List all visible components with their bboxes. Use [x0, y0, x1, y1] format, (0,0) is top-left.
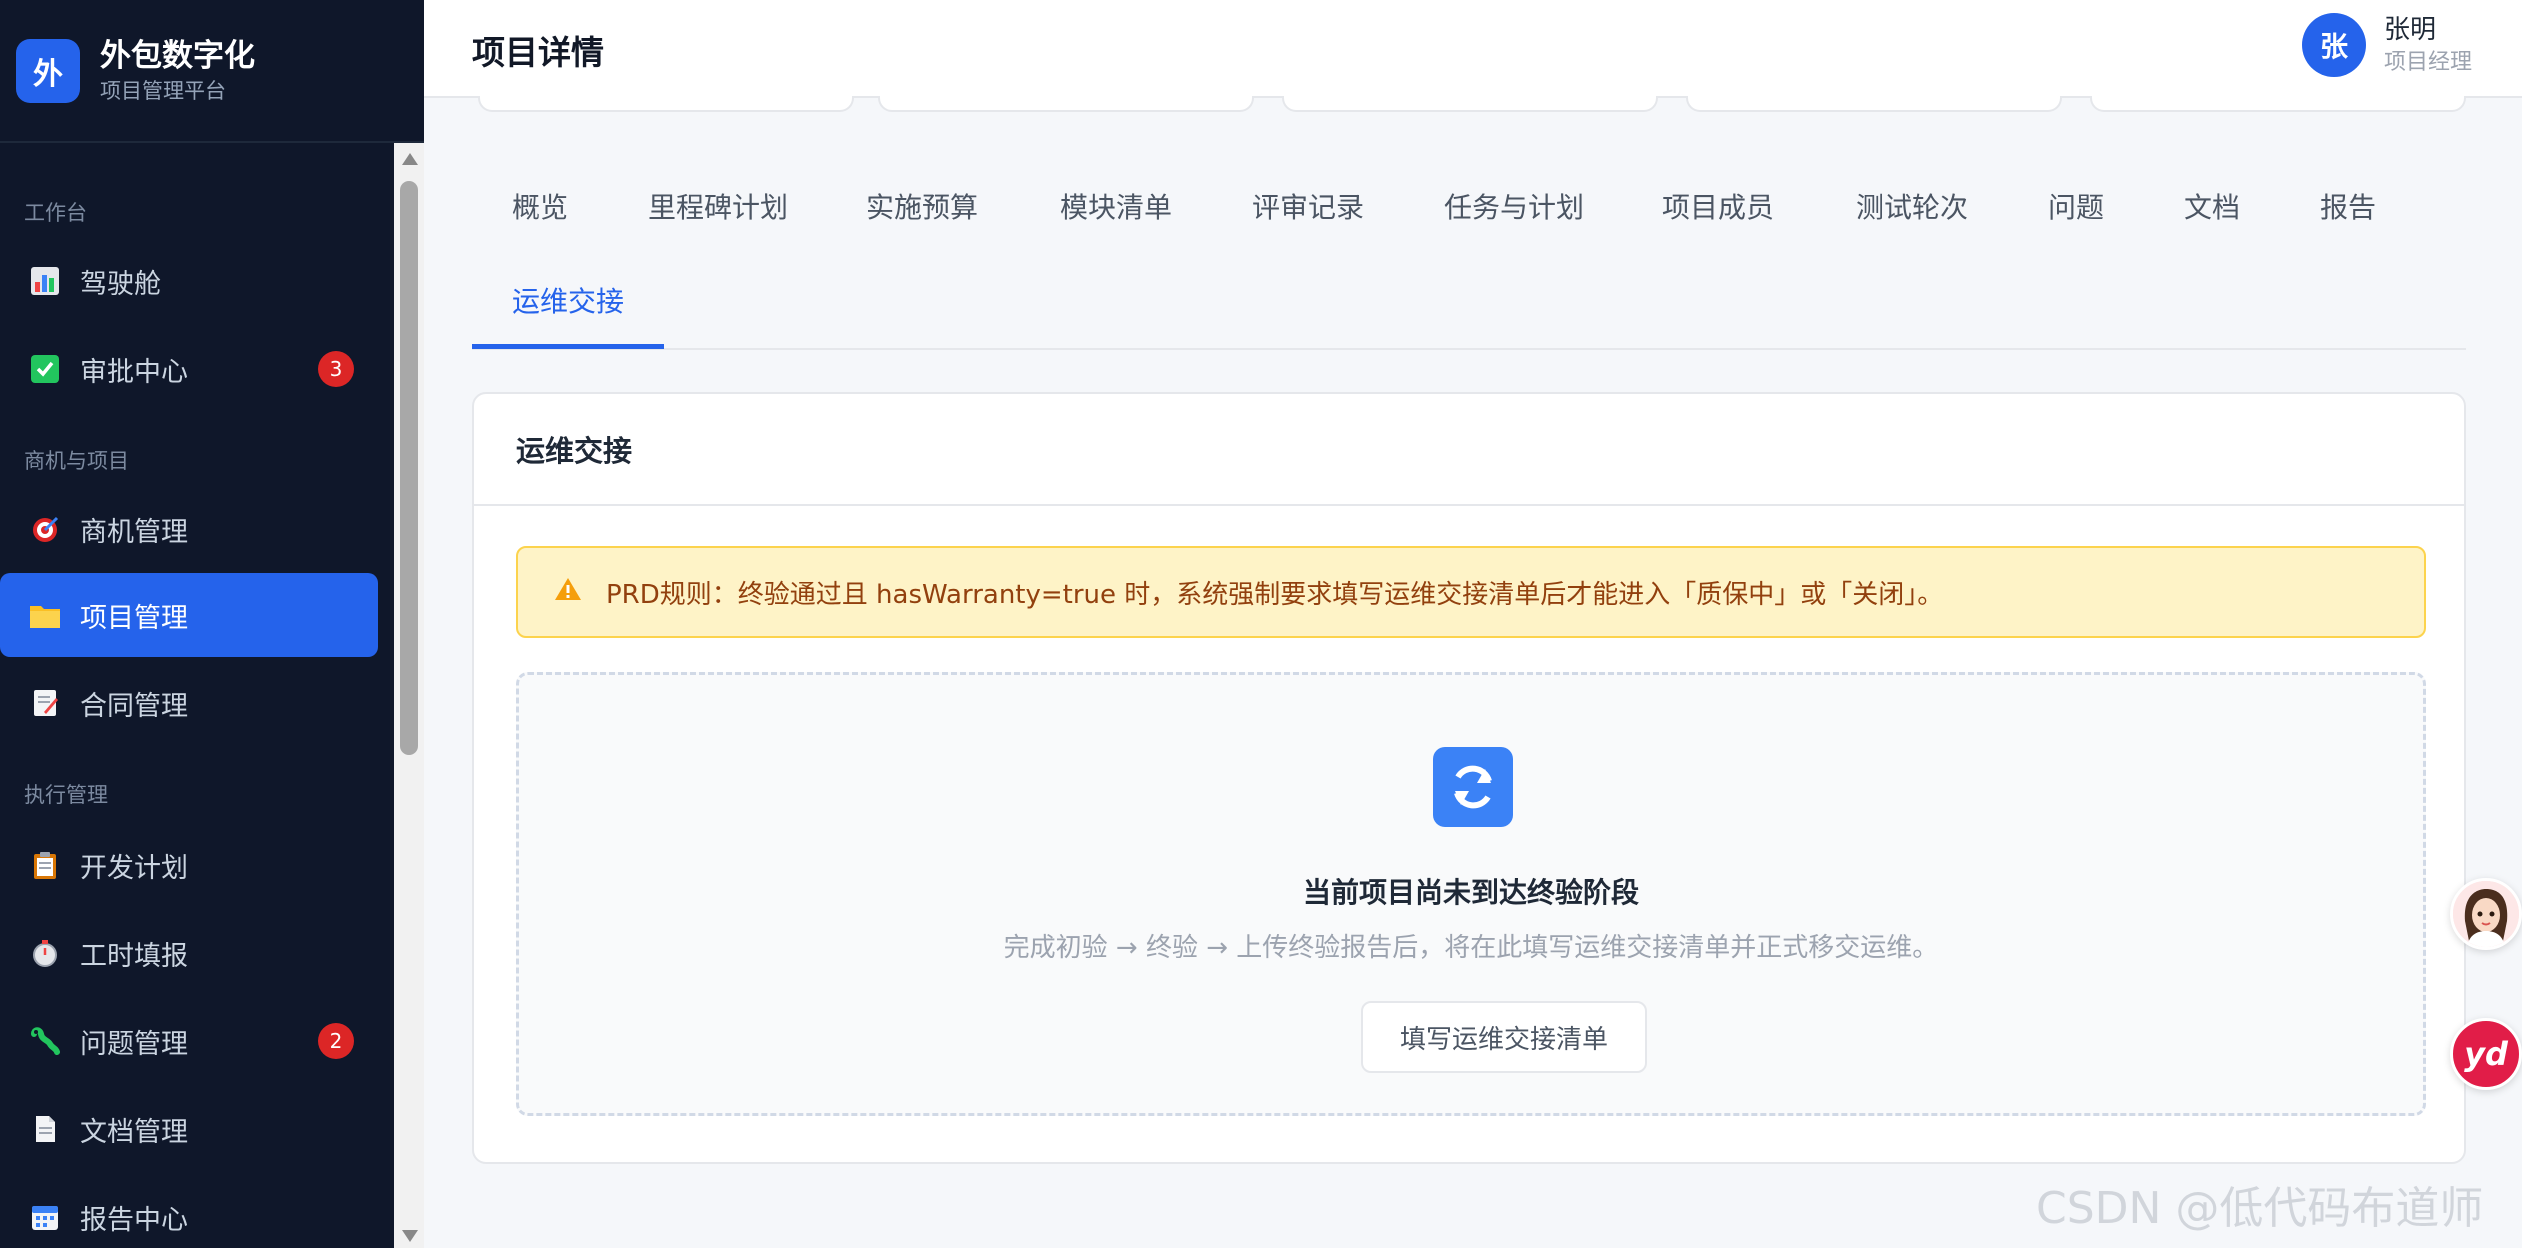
- warning-icon: [554, 576, 582, 609]
- prd-rule-alert: PRD规则：终验通过且 hasWarranty=true 时，系统强制要求填写运…: [516, 546, 2426, 638]
- bug-icon: [28, 1024, 62, 1058]
- brand[interactable]: 外 外包数字化 项目管理平台: [0, 0, 424, 143]
- sidebar-item-cockpit[interactable]: 驾驶舱: [0, 239, 378, 323]
- active-tab-indicator: [472, 344, 664, 349]
- sidebar: 外 外包数字化 项目管理平台 工作台 驾驶舱 审批中心 3 商机与项目 商机管理: [0, 0, 424, 1248]
- page-title: 项目详情: [472, 33, 604, 72]
- tab-reports[interactable]: 报告: [2320, 184, 2376, 232]
- tab-milestones[interactable]: 里程碑计划: [648, 184, 788, 232]
- bar-chart-icon: [28, 264, 62, 298]
- sidebar-item-label: 审批中心: [80, 356, 188, 388]
- memo-icon: [28, 686, 62, 720]
- card-title: 运维交接: [474, 394, 2464, 506]
- ops-handover-card: 运维交接 PRD规则：终验通过且 hasWarranty=true 时，系统强制…: [472, 392, 2466, 1164]
- sidebar-item-label: 开发计划: [80, 852, 188, 884]
- brand-title: 外包数字化: [100, 37, 255, 74]
- tab-overview[interactable]: 概览: [512, 184, 568, 232]
- user-menu[interactable]: 张 张明 项目经理: [2301, 12, 2472, 78]
- user-role: 项目经理: [2383, 50, 2472, 75]
- tab-tasks[interactable]: 任务与计划: [1444, 184, 1584, 232]
- sidebar-item-timesheet[interactable]: 工时填报: [0, 911, 378, 995]
- stat-card-edge: [2090, 96, 2466, 112]
- brand-logo: 外: [16, 38, 80, 103]
- nav-section-opportunity: 商机与项目: [24, 449, 129, 473]
- sidebar-item-dev-plan[interactable]: 开发计划: [0, 823, 378, 907]
- top-header: 项目详情 张 张明 项目经理: [424, 0, 2522, 98]
- tab-ops-handover[interactable]: 运维交接: [512, 278, 624, 326]
- sidebar-item-label: 项目管理: [80, 602, 188, 634]
- empty-description: 完成初验 → 终验 → 上传终验报告后，将在此填写运维交接清单并正式移交运维。: [1003, 933, 1939, 963]
- scroll-down-icon[interactable]: [402, 1230, 418, 1242]
- refresh-icon: [1433, 747, 1513, 827]
- nav-section-execution: 执行管理: [24, 783, 108, 807]
- target-icon: [28, 512, 62, 546]
- stat-card-edge: [478, 96, 854, 112]
- sidebar-item-label: 报告中心: [80, 1204, 188, 1236]
- checkbox-icon: [28, 352, 62, 386]
- sidebar-item-label: 驾驶舱: [80, 268, 161, 300]
- sidebar-item-documents[interactable]: 文档管理: [0, 1087, 378, 1171]
- project-tabs: 概览 里程碑计划 实施预算 模块清单 评审记录 任务与计划 项目成员 测试轮次 …: [472, 160, 2466, 350]
- assistant-avatar-icon[interactable]: [2450, 878, 2522, 950]
- tab-members[interactable]: 项目成员: [1662, 184, 1774, 232]
- sidebar-item-label: 工时填报: [80, 940, 188, 972]
- sidebar-item-issues[interactable]: 问题管理 2: [0, 999, 378, 1083]
- sidebar-item-approval[interactable]: 审批中心 3: [0, 327, 378, 411]
- nav-section-workbench: 工作台: [24, 201, 87, 225]
- sidebar-item-label: 合同管理: [80, 690, 188, 722]
- sidebar-item-opportunity[interactable]: 商机管理: [0, 487, 378, 571]
- yd-widget-icon[interactable]: yd: [2450, 1018, 2522, 1090]
- watermark: CSDN @低代码布道师: [2036, 1183, 2484, 1234]
- fill-handover-checklist-button[interactable]: 填写运维交接清单: [1361, 1001, 1647, 1073]
- calendar-icon: [28, 1200, 62, 1234]
- document-icon: [28, 1112, 62, 1146]
- sidebar-item-reports[interactable]: 报告中心: [0, 1175, 378, 1248]
- clipboard-icon: [28, 848, 62, 882]
- empty-state: 当前项目尚未到达终验阶段 完成初验 → 终验 → 上传终验报告后，将在此填写运维…: [516, 672, 2426, 1116]
- tab-modules[interactable]: 模块清单: [1060, 184, 1172, 232]
- stat-cards-edge: [470, 96, 2470, 116]
- stat-card-edge: [1686, 96, 2062, 112]
- sidebar-item-contract[interactable]: 合同管理: [0, 661, 378, 745]
- tab-reviews[interactable]: 评审记录: [1252, 184, 1364, 232]
- sidebar-item-label: 问题管理: [80, 1028, 188, 1060]
- sidebar-nav: 工作台 驾驶舱 审批中心 3 商机与项目 商机管理 项目管理 合同管理 执行管理…: [0, 143, 394, 1248]
- issues-badge: 2: [318, 1023, 354, 1059]
- user-name: 张明: [2383, 15, 2436, 45]
- alert-text: PRD规则：终验通过且 hasWarranty=true 时，系统强制要求填写运…: [606, 579, 1944, 610]
- brand-subtitle: 项目管理平台: [100, 78, 226, 103]
- tab-budget[interactable]: 实施预算: [866, 184, 978, 232]
- sidebar-item-project[interactable]: 项目管理: [0, 573, 378, 657]
- tab-issues[interactable]: 问题: [2048, 184, 2104, 232]
- avatar: 张: [2301, 13, 2366, 77]
- scroll-up-icon[interactable]: [402, 153, 418, 165]
- sidebar-item-label: 文档管理: [80, 1116, 188, 1148]
- scroll-thumb[interactable]: [400, 181, 418, 755]
- tab-docs[interactable]: 文档: [2184, 184, 2240, 232]
- tab-test-rounds[interactable]: 测试轮次: [1856, 184, 1968, 232]
- empty-title: 当前项目尚未到达终验阶段: [1302, 876, 1639, 909]
- stopwatch-icon: [28, 936, 62, 970]
- stat-card-edge: [1282, 96, 1658, 112]
- folder-icon: [28, 598, 62, 632]
- sidebar-item-label: 商机管理: [80, 516, 188, 548]
- sidebar-scrollbar[interactable]: [394, 143, 424, 1248]
- approval-badge: 3: [318, 351, 354, 387]
- stat-card-edge: [878, 96, 1254, 112]
